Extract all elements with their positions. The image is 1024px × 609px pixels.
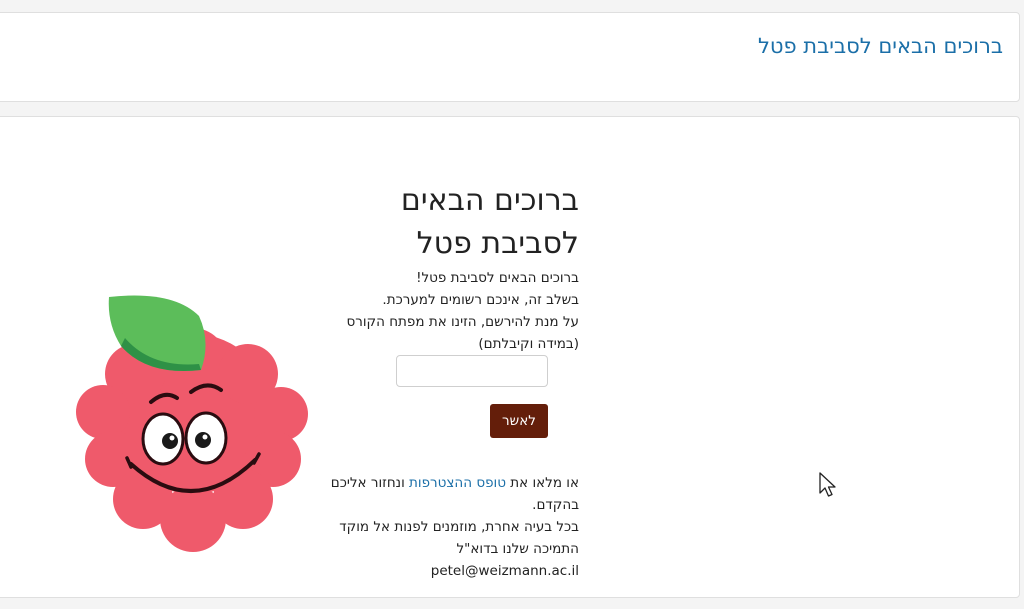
intro-line: ברוכים הבאים לסביבת פטל! — [416, 270, 579, 286]
footer-line-4: התמיכה שלנו בדוא"ל — [456, 541, 579, 557]
footer-text-before-link: או מלאו את — [505, 475, 579, 491]
intro-line: על מנת להירשם, הזינו את מפתח הקורס — [346, 314, 579, 330]
intro-line: (במידה וקיבלתם) — [478, 336, 579, 352]
welcome-heading-line2: לסביבת פטל — [416, 226, 579, 261]
course-key-input[interactable] — [396, 355, 548, 387]
footer-text-after-link: ונחזור אליכם — [330, 475, 410, 491]
intro-text: ברוכים הבאים לסביבת פטל! בשלב זה, אינכם … — [319, 267, 579, 355]
raspberry-mascot-icon — [76, 295, 308, 552]
footer-text: או מלאו את טופס ההצטרפות ונחזור אליכם בה… — [319, 472, 579, 582]
support-email: petel@weizmann.ac.il — [430, 563, 579, 579]
intro-line: בשלב זה, אינכם רשומים למערכת. — [382, 292, 579, 308]
main-card: ברוכים הבאים לסביבת פטל ברוכים הבאים לסב… — [0, 116, 1020, 598]
confirm-button[interactable]: לאשר — [490, 404, 548, 438]
footer-line-2: בהקדם. — [532, 497, 579, 513]
footer-line-1: או מלאו את טופס ההצטרפות ונחזור אליכם — [319, 472, 579, 494]
header-card: ברוכים הבאים לסביבת פטל — [0, 12, 1020, 102]
page-title: ברוכים הבאים לסביבת פטל — [757, 34, 1003, 58]
welcome-heading-line1: ברוכים הבאים — [400, 183, 579, 218]
welcome-heading: ברוכים הבאים לסביבת פטל — [319, 179, 579, 265]
footer-line-3: בכל בעיה אחרת, מוזמנים לפנות אל מוקד — [339, 519, 579, 535]
mouse-pointer-icon — [819, 472, 836, 497]
join-form-link[interactable]: טופס ההצטרפות — [409, 475, 506, 491]
